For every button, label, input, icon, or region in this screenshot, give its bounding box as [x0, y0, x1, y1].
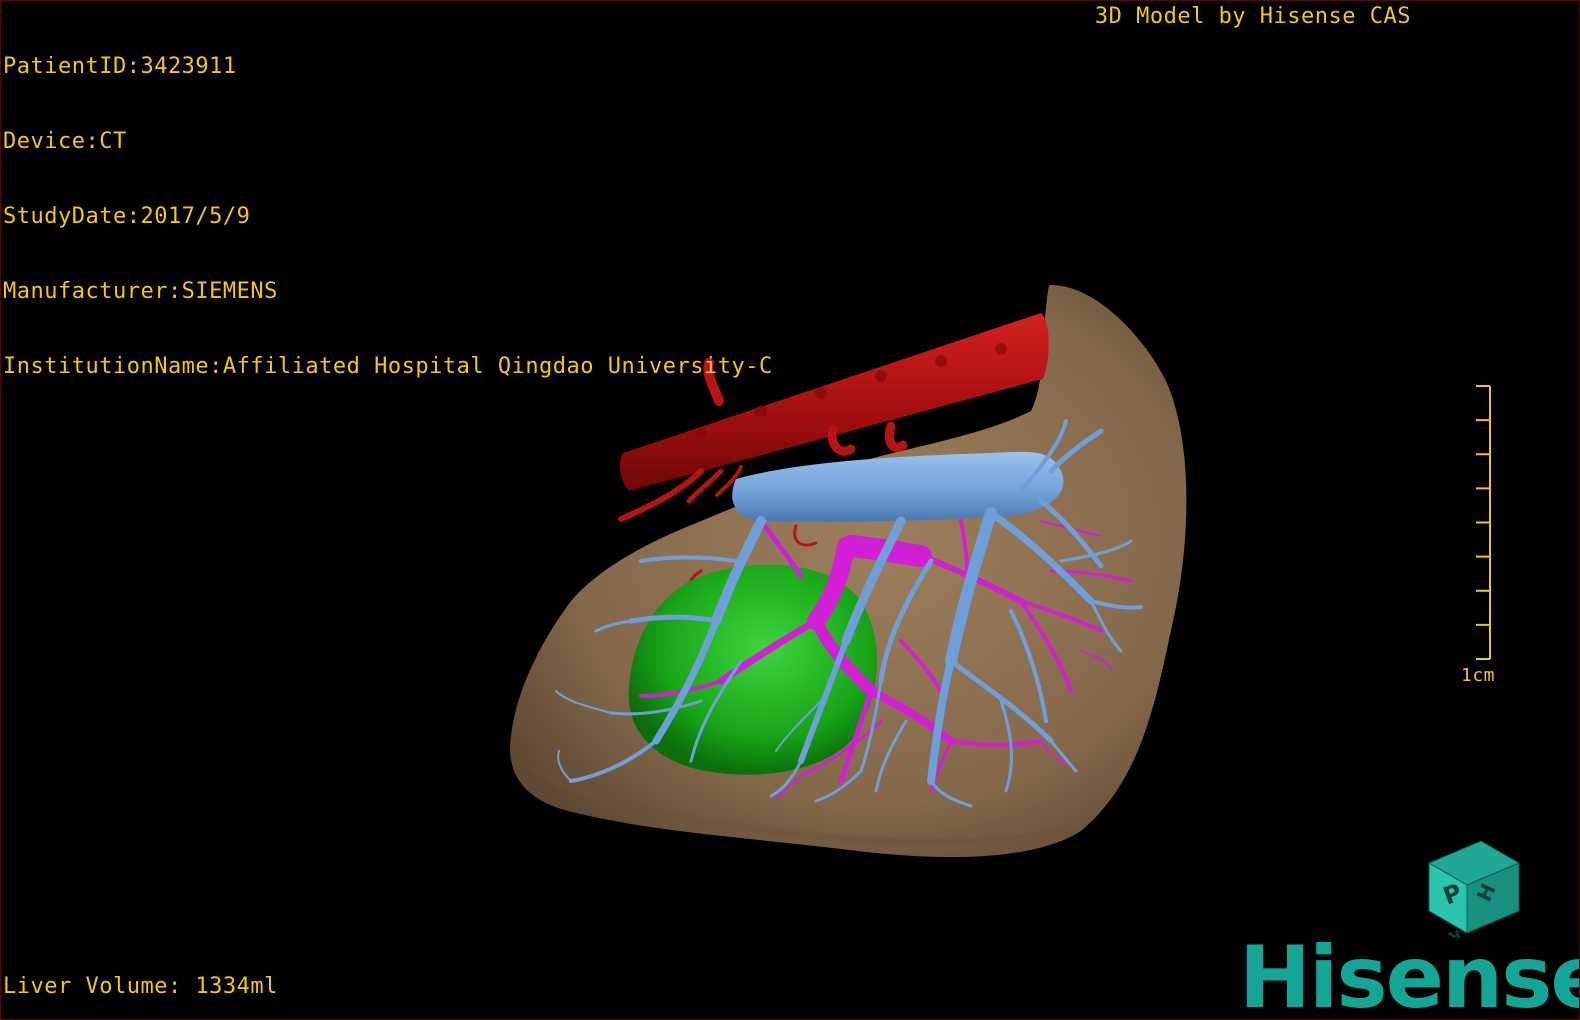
scale-bar	[1476, 385, 1491, 660]
dicom-metadata-overlay: PatientID:3423911 Device:CT StudyDate:20…	[3, 4, 773, 429]
scale-bar-label: 1cm	[1460, 665, 1495, 686]
render-viewport[interactable]: PatientID:3423911 Device:CT StudyDate:20…	[0, 0, 1580, 1020]
hepatic-vein-trunk	[732, 451, 1064, 522]
device: Device:CT	[3, 129, 127, 154]
orientation-cube-icon[interactable]: P H R	[1419, 833, 1529, 938]
liver-volume: Liver Volume: 1334ml	[3, 974, 278, 999]
study-date: StudyDate:2017/5/9	[3, 204, 251, 229]
model-credit: 3D Model by Hisense CAS	[1094, 4, 1411, 29]
manufacturer: Manufacturer:SIEMENS	[3, 279, 278, 304]
patient-id: PatientID:3423911	[3, 54, 237, 79]
hisense-logo: Hisense	[1239, 928, 1580, 1020]
institution-name: InstitutionName:Affiliated Hospital Qing…	[3, 354, 773, 379]
